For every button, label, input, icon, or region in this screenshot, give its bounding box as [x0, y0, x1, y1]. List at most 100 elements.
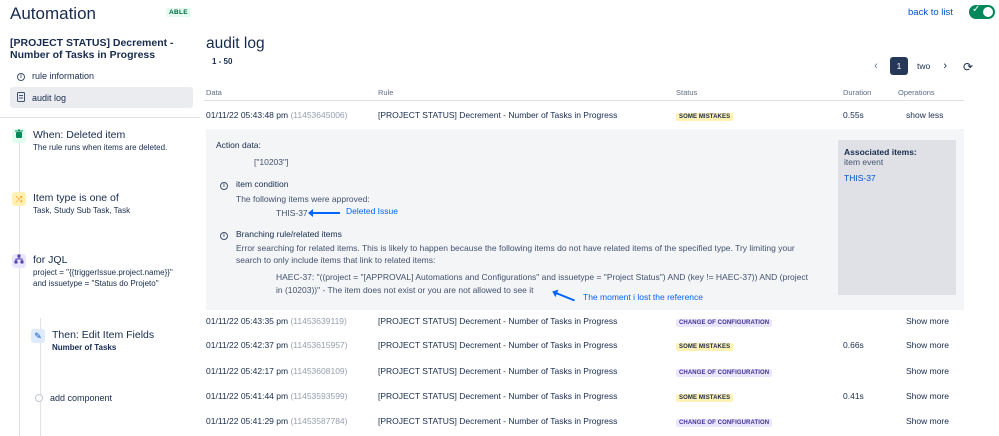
page-current[interactable]: 1: [890, 57, 908, 75]
status-lozenge: CHANGE OF CONFIGURATION: [676, 369, 773, 377]
row-date: 01/11/22 05:42:37 pm (11453615957): [206, 340, 348, 350]
branch-query-line: in (10203))" - The item does not exist o…: [276, 285, 534, 295]
status-lozenge: CHANGE OF CONFIGURATION: [676, 319, 773, 327]
row-rule: [PROJECT STATUS] Decrement - Number of T…: [378, 366, 618, 376]
row-status: CHANGE OF CONFIGURATION: [676, 409, 773, 435]
page-two[interactable]: two: [917, 61, 930, 71]
table-row: 01/11/22 05:42:37 pm (11453615957) [PROJ…: [204, 333, 964, 357]
row-date: 01/11/22 05:42:17 pm (11453608109): [206, 366, 348, 376]
show-more-button[interactable]: Show more: [906, 359, 949, 383]
sidebar-item-label: rule information: [32, 70, 95, 81]
flow-connector: [19, 142, 20, 436]
row-date: 01/11/22 05:43:48 pm (11453645006): [206, 110, 348, 120]
row-rule: [PROJECT STATUS] Decrement - Number of T…: [378, 340, 618, 350]
row-status: SOME MISTAKES: [676, 103, 734, 129]
pencil-icon: ✎: [31, 329, 45, 343]
app-title: Automation: [10, 4, 96, 23]
info-icon: i: [10, 70, 32, 81]
add-component-label: add component: [50, 393, 113, 403]
row-date: 01/11/22 05:41:44 pm (11453593599): [206, 391, 348, 401]
step-description: project = "{{triggerIssue.project.name}}…: [33, 268, 173, 277]
associated-items-title: Associated items:: [844, 147, 917, 157]
rule-enabled-toggle[interactable]: ✓: [969, 4, 995, 19]
sidebar-item-audit-log[interactable]: audit log: [10, 87, 193, 108]
table-header-divider: [204, 100, 964, 101]
branch-error-line: search to only include items that link t…: [236, 255, 436, 265]
show-more-button[interactable]: Show more: [906, 409, 949, 433]
row-status: SOME MISTAKES: [676, 333, 734, 359]
step-title: Then: Edit Item Fields: [52, 329, 155, 341]
condition-item: THIS-37: [276, 208, 308, 218]
associated-item-link[interactable]: THIS-37: [844, 173, 876, 183]
status-lozenge: SOME MISTAKES: [676, 113, 734, 121]
annotation-lost-reference: The moment i lost the reference: [583, 292, 704, 302]
step-description: and issuetype = "Status do Projeto": [33, 279, 159, 288]
rule-name: [PROJECT STATUS] Decrement - Number of T…: [10, 37, 174, 61]
annotation-arrow: [308, 209, 340, 217]
table-row: 01/11/22 05:43:35 pm (11453639119) [PROJ…: [204, 309, 964, 333]
step-title: When: Deleted item: [33, 129, 126, 141]
show-more-button[interactable]: Show more: [906, 333, 949, 357]
back-to-list-link[interactable]: back to list: [908, 7, 953, 18]
status-badge: ABLE: [166, 8, 191, 17]
branch-error-line: Error searching for related items. This …: [236, 243, 795, 253]
row-duration: 0.55s: [843, 110, 864, 120]
table-row: 01/11/22 05:43:48 pm (11453645006) [PROJ…: [204, 103, 964, 127]
row-date: 01/11/22 05:41:29 pm (11453587784): [206, 416, 348, 426]
branch-icon: [12, 254, 26, 268]
trash-icon: [12, 129, 26, 143]
column-header-operations: Operations: [898, 88, 935, 97]
step-description: Task, Study Sub Task, Task: [33, 206, 131, 215]
column-header-data: Data: [206, 88, 222, 97]
row-status: SOME MISTAKES: [676, 384, 734, 410]
chevron-right-icon[interactable]: ›: [935, 60, 955, 72]
row-rule: [PROJECT STATUS] Decrement - Number of T…: [378, 391, 618, 401]
annotation-deleted-issue: Deleted Issue: [346, 206, 398, 216]
row-duration: 0.66s: [843, 340, 864, 350]
step-title: for JQL: [33, 254, 68, 266]
add-component-button[interactable]: add component: [35, 393, 112, 403]
status-lozenge: SOME MISTAKES: [676, 343, 734, 351]
action-data-value: ["10203"]: [254, 157, 289, 167]
table-row: 01/11/22 05:42:17 pm (11453608109) [PROJ…: [204, 359, 964, 383]
column-header-rule: Rule: [378, 88, 394, 97]
sidebar-item-label: audit log: [32, 92, 67, 103]
check-icon: ✓: [972, 4, 981, 15]
status-lozenge: SOME MISTAKES: [676, 394, 734, 402]
add-component-icon: [35, 394, 43, 402]
info-icon: i: [220, 179, 228, 190]
row-status: CHANGE OF CONFIGURATION: [676, 309, 773, 335]
show-less-button[interactable]: show less: [906, 103, 943, 127]
show-more-button[interactable]: Show more: [906, 384, 949, 408]
row-rule: [PROJECT STATUS] Decrement - Number of T…: [378, 316, 618, 326]
condition-text: The following items were approved:: [236, 194, 370, 204]
action-data-label: Action data:: [216, 140, 261, 150]
show-more-button[interactable]: Show more: [906, 309, 949, 333]
result-range: 1 - 50: [212, 57, 233, 66]
table-row: 01/11/22 05:41:44 pm (11453593599) [PROJ…: [204, 384, 964, 408]
associated-items-panel: Associated items: item event THIS-37: [838, 140, 956, 295]
sidebar-divider: [0, 117, 200, 118]
row-status: CHANGE OF CONFIGURATION: [676, 359, 773, 385]
sidebar-item-rule-information[interactable]: i rule information: [10, 65, 193, 86]
pagination: ‹ 1 two ›: [866, 56, 955, 76]
page-title: audit log: [206, 35, 265, 52]
step-title: Item type is one of: [33, 192, 119, 204]
row-date: 01/11/22 05:43:35 pm (11453639119): [206, 316, 347, 326]
toggle-knob: [983, 7, 993, 17]
step-description: Number of Tasks: [52, 343, 117, 352]
row-rule: [PROJECT STATUS] Decrement - Number of T…: [378, 110, 618, 120]
row-rule: [PROJECT STATUS] Decrement - Number of T…: [378, 416, 618, 426]
status-lozenge: CHANGE OF CONFIGURATION: [676, 419, 773, 427]
chevron-left-icon[interactable]: ‹: [866, 60, 886, 72]
audit-details-panel: Action data: ["10203"] i item condition …: [206, 129, 964, 310]
shuffle-icon: ⤨: [12, 192, 26, 206]
branch-query-line: HAEC-37: "((project = "[APPROVAL] Automa…: [276, 272, 809, 282]
column-header-duration: Duration: [843, 88, 872, 97]
condition-title: item condition: [236, 179, 289, 189]
branch-title: Branching rule/related items: [236, 229, 342, 239]
step-description: The rule runs when items are deleted.: [33, 143, 168, 152]
refresh-icon[interactable]: ⟳: [963, 60, 973, 74]
associated-items-subtitle: item event: [844, 157, 884, 167]
document-icon: [10, 91, 32, 104]
